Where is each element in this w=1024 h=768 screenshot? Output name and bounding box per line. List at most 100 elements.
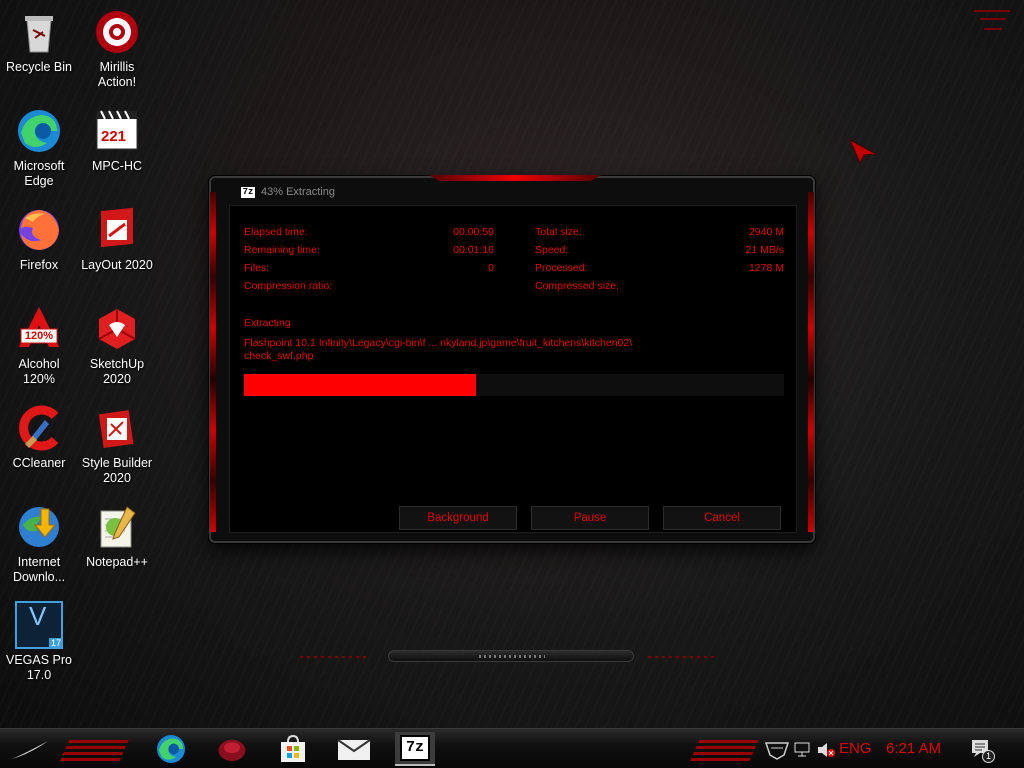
icon-label: Notepad++ [86, 555, 148, 569]
taskbar-edge[interactable] [151, 732, 191, 766]
desktop-icon-edge[interactable]: Microsoft Edge [0, 107, 78, 189]
icon-label: Downlo... [12, 570, 66, 584]
operation-label: Extracting [244, 317, 291, 329]
total-size-value: 2940 M [748, 226, 784, 238]
vegas-letter: V [29, 601, 47, 631]
desktop-icon-notepadpp[interactable]: Notepad++ [78, 503, 156, 570]
desktop-icon-vegas-pro[interactable]: V 17 VEGAS Pro 17.0 [0, 601, 78, 683]
compressed-size-label: Compressed size: [535, 280, 620, 292]
desktop-icon-sketchup[interactable]: SketchUp 2020 [78, 305, 156, 387]
mpc-hc-icon: 221 [93, 107, 141, 155]
taskbar-mail[interactable] [334, 732, 374, 766]
recycle-bin-icon [15, 8, 63, 56]
extraction-dialog: 7z 43% Extracting Elapsed time: 00:00:59… [209, 176, 815, 543]
tray-network[interactable] [794, 741, 812, 759]
processed-label: Processed: [535, 262, 588, 274]
icon-label: Microsoft [13, 159, 65, 173]
dialog-rail-right [808, 192, 814, 532]
start-button[interactable] [4, 733, 54, 765]
speed-value: 21 MB/s [745, 244, 784, 256]
taskbar-decoration [60, 737, 130, 761]
files-label: Files: [244, 262, 270, 274]
desktop-icon-mirillis[interactable]: Mirillis Action! [78, 8, 156, 90]
icon-label: CCleaner [12, 456, 66, 470]
clock[interactable]: 6:21 AM [886, 740, 941, 757]
ccleaner-icon [15, 404, 63, 452]
icon-label: Alcohol [18, 357, 60, 371]
tray-rog-icon[interactable] [764, 737, 790, 761]
current-file-path: Flashpoint 10.1 Infinity\Legacy\cgi-bin\… [244, 337, 674, 363]
progress-bar [244, 374, 784, 396]
decorative-grip [388, 650, 634, 662]
mirillis-action-icon [218, 739, 246, 761]
current-file-path-line2: check_swf.php [244, 350, 314, 362]
vegas-version-badge: 17 [48, 638, 63, 649]
icon-label: LayOut 2020 [81, 258, 153, 272]
icon-label: Internet [17, 555, 61, 569]
elapsed-time-label: Elapsed time: [244, 226, 308, 238]
pause-button[interactable]: Pause [531, 506, 649, 530]
icon-label: Mirillis [99, 60, 135, 74]
alcohol-icon: 120% [15, 305, 63, 353]
dialog-title-bar[interactable]: 7z 43% Extracting [241, 184, 335, 200]
cursor-icon [848, 138, 878, 164]
mirillis-action-icon [93, 8, 141, 56]
corner-decoration [984, 28, 1002, 30]
sketchup-icon [93, 305, 141, 353]
store-icon [281, 734, 305, 762]
edge-icon [157, 735, 185, 763]
icon-label: SketchUp [89, 357, 145, 371]
language-indicator[interactable]: ENG [839, 740, 872, 757]
desktop-icon-layout[interactable]: LayOut 2020 [78, 206, 156, 273]
icon-label: 17.0 [26, 668, 52, 682]
vegas-pro-icon: V 17 [15, 601, 63, 649]
desktop-icon-recycle-bin[interactable]: Recycle Bin [0, 8, 78, 75]
desktop-icon-style-builder[interactable]: Style Builder 2020 [78, 404, 156, 486]
rog-shield-icon [764, 742, 790, 760]
7zip-icon: 7z [399, 735, 430, 761]
desktop-icon-ccleaner[interactable]: CCleaner [0, 404, 78, 471]
icon-label: 2020 [103, 372, 131, 386]
corner-decoration [974, 10, 1010, 12]
taskbar-7zip[interactable]: 7z [395, 732, 435, 766]
decorative-dots [648, 656, 718, 658]
rog-start-icon [12, 741, 48, 759]
notification-center[interactable]: 1 [970, 738, 996, 764]
icon-label: Action! [97, 75, 137, 89]
icon-label: MPC-HC [92, 159, 142, 173]
taskbar-microsoft-store[interactable] [273, 732, 313, 766]
icon-label: VEGAS Pro [6, 653, 72, 667]
corner-decoration [980, 18, 1006, 20]
speed-label: Speed: [535, 244, 569, 256]
desktop-icon-firefox[interactable]: Firefox [0, 206, 78, 273]
desktop-icon-idm[interactable]: Internet Downlo... [0, 503, 78, 585]
notepadpp-icon [93, 503, 141, 551]
background-button[interactable]: Background [399, 506, 517, 530]
notification-badge: 1 [982, 750, 995, 763]
dialog-rail-left [210, 192, 216, 532]
current-file-path-line1: Flashpoint 10.1 Infinity\Legacy\cgi-bin\… [244, 337, 633, 349]
icon-label: Recycle Bin [6, 60, 72, 74]
compression-ratio-label: Compression ratio: [244, 280, 333, 292]
volume-muted-icon [818, 743, 835, 757]
icon-label: 120% [23, 372, 55, 386]
alcohol-badge: 120% [24, 330, 54, 342]
taskbar-mirillis[interactable] [212, 732, 252, 766]
elapsed-time-value: 00:00:59 [453, 226, 494, 238]
layout-icon [93, 206, 141, 254]
7zip-logo-icon: 7z [241, 186, 255, 198]
style-builder-icon [93, 404, 141, 452]
icon-label: Edge [24, 174, 54, 188]
desktop-icon-alcohol[interactable]: 120% Alcohol 120% [0, 305, 78, 387]
edge-icon [15, 107, 63, 155]
cancel-button[interactable]: Cancel [663, 506, 781, 530]
tray-volume[interactable] [816, 741, 836, 759]
desktop-icon-mpc-hc[interactable]: 221 MPC-HC [78, 107, 156, 174]
idm-icon [15, 503, 63, 551]
total-size-label: Total size: [535, 226, 582, 238]
firefox-icon [15, 206, 63, 254]
remaining-time-value: 00:01:16 [453, 244, 494, 256]
remaining-time-label: Remaining time: [244, 244, 320, 256]
mpc-badge: 221 [101, 128, 127, 145]
icon-label: Firefox [19, 258, 59, 272]
